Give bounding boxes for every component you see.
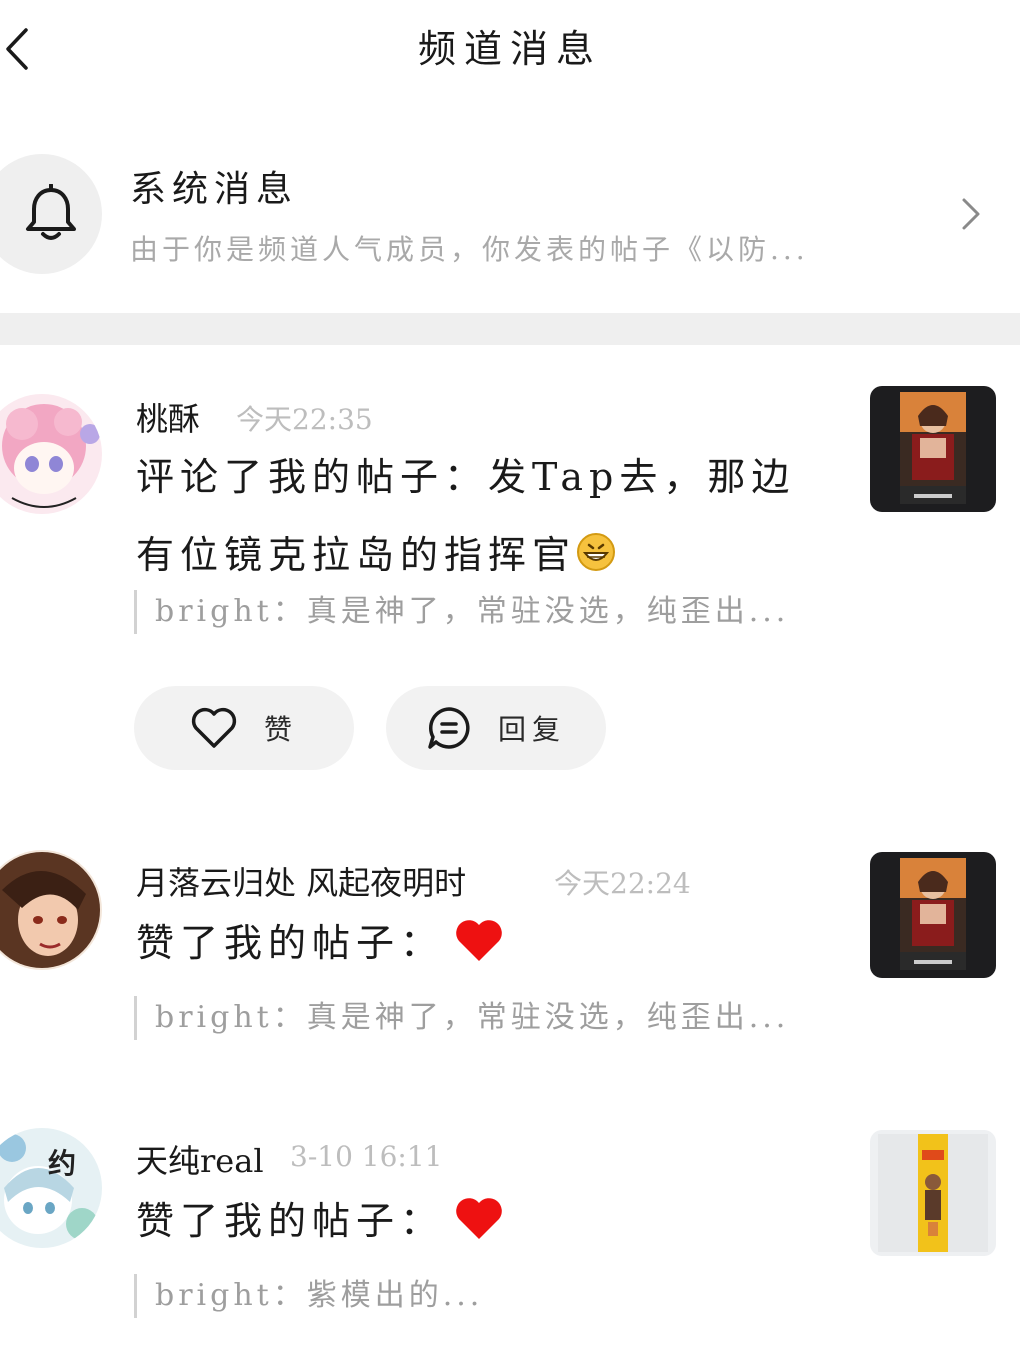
avatar[interactable] [0,850,102,970]
message-item[interactable]: 约 天纯real 3-10 16:11 赞了我的帖子： bright：紫模出的.… [0,1126,1020,1326]
message-item[interactable]: 月落云归处 风起夜明时 今天22:24 赞了我的帖子： bright：真是神了，… [0,846,1020,1046]
message-text: 评论了我的帖子：发Tap去，那边有位镜克拉岛的指挥官 [136,438,836,594]
heart-filled-icon [456,920,502,961]
reply-button-label: 回复 [497,713,566,746]
like-button-label: 赞 [263,713,298,746]
page-title: 频道消息 [417,27,602,71]
heart-filled-icon [456,1198,502,1239]
message-timestamp: 今天22:35 [236,403,373,436]
message-item[interactable]: 桃酥 今天22:35 评论了我的帖子：发Tap去，那边有位镜克拉岛的指挥官 br… [0,380,1020,780]
message-text: 赞了我的帖子： [136,1182,836,1260]
message-action-text: 评论了我的帖子：发Tap去，那边有位镜克拉岛的指挥官 [136,455,796,577]
system-message-title: 系统消息 [130,169,299,210]
message-timestamp: 3-10 16:11 [290,1140,443,1173]
system-message-preview: 由于你是频道人气成员，你发表的帖子《以防... [130,233,809,266]
like-button[interactable]: 赞 [134,686,354,770]
quoted-post[interactable]: bright：紫模出的... [134,1274,483,1318]
message-action-text: 赞了我的帖子： [136,1199,445,1243]
message-username[interactable]: 桃酥 [136,394,200,440]
avatar[interactable] [0,394,102,514]
heart-outline-icon [191,707,237,748]
grinning-emoji-icon [577,533,616,571]
system-message-row[interactable]: 系统消息 由于你是频道人气成员，你发表的帖子《以防... [0,150,1020,280]
avatar[interactable]: 约 [0,1128,102,1248]
header: 频道消息 [0,0,1020,95]
post-thumbnail[interactable] [870,852,996,978]
avatar-badge-text: 约 [48,1147,77,1180]
post-thumbnail[interactable] [870,1130,996,1256]
message-action-text: 赞了我的帖子： [136,921,445,965]
reply-button[interactable]: 回复 [386,686,606,770]
chevron-right-icon [962,198,980,230]
message-username[interactable]: 月落云归处 风起夜明时 [136,858,466,904]
section-divider [0,313,1020,345]
message-username[interactable]: 天纯real [136,1136,264,1182]
system-avatar [0,154,102,274]
message-text: 赞了我的帖子： [136,904,836,982]
message-timestamp: 今天22:24 [554,867,691,900]
quoted-post[interactable]: bright：真是神了，常驻没选，纯歪出... [134,590,789,634]
post-thumbnail[interactable] [870,386,996,512]
quoted-post[interactable]: bright：真是神了，常驻没选，纯歪出... [134,996,789,1040]
bell-icon [26,184,76,240]
comment-icon [428,707,470,749]
